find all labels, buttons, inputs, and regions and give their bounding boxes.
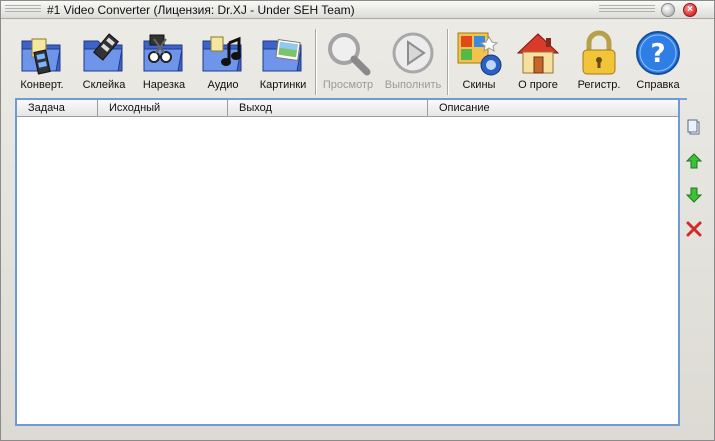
close-button[interactable]: × <box>683 3 697 17</box>
column-header-description[interactable]: Описание <box>428 100 678 116</box>
help-label: Справка <box>636 79 680 91</box>
images-button[interactable]: Картинки <box>255 25 311 97</box>
minimize-button[interactable] <box>661 3 675 17</box>
folder-film-icon <box>21 38 61 75</box>
column-header-output[interactable]: Выход <box>228 100 428 116</box>
lock-icon <box>582 30 616 75</box>
help-icon: ? <box>636 31 680 75</box>
folder-music-icon <box>202 36 242 72</box>
title-grip-right <box>599 5 655 14</box>
window-title: #1 Video Converter (Лицензия: Dr.XJ - Un… <box>47 3 355 17</box>
convert-label: Конверт. <box>20 79 64 91</box>
preview-label: Просмотр <box>322 79 374 91</box>
audio-button[interactable]: Аудио <box>197 25 249 97</box>
run-button[interactable]: Выполнить <box>381 25 445 97</box>
move-down-icon[interactable] <box>685 186 703 204</box>
move-up-icon[interactable] <box>685 152 703 170</box>
title-grip-left <box>5 5 41 14</box>
skins-button[interactable]: Скины <box>451 25 507 97</box>
skins-label: Скины <box>462 79 496 91</box>
column-header-task[interactable]: Задача <box>17 100 98 116</box>
run-label: Выполнить <box>384 79 442 91</box>
home-icon <box>516 33 560 74</box>
task-list-header: Задача Исходный Выход Описание <box>17 100 678 117</box>
cut-button[interactable]: Нарезка <box>135 25 193 97</box>
folder-pictures-icon <box>262 38 302 72</box>
folder-cut-icon <box>143 34 183 72</box>
copy-icon[interactable] <box>685 118 703 136</box>
folder-join-icon <box>83 33 123 72</box>
preview-button[interactable]: Просмотр <box>319 25 377 97</box>
register-button[interactable]: Регистр. <box>571 25 627 97</box>
column-header-source[interactable]: Исходный <box>98 100 228 116</box>
images-label: Картинки <box>259 79 307 91</box>
help-button[interactable]: ? Справка <box>629 25 687 97</box>
about-label: О проге <box>518 79 558 91</box>
task-list[interactable]: Задача Исходный Выход Описание <box>15 98 680 426</box>
title-bar[interactable]: #1 Video Converter (Лицензия: Dr.XJ - Un… <box>1 1 714 19</box>
toolbar-separator <box>315 29 317 95</box>
play-icon <box>392 32 434 74</box>
magnifier-icon <box>328 33 371 76</box>
cut-label: Нарезка <box>142 79 186 91</box>
toolbar-separator <box>447 29 449 95</box>
delete-icon[interactable] <box>685 220 703 238</box>
about-button[interactable]: О проге <box>511 25 565 97</box>
app-window: #1 Video Converter (Лицензия: Dr.XJ - Un… <box>0 0 715 441</box>
convert-button[interactable]: Конверт. <box>13 25 71 97</box>
join-label: Склейка <box>82 79 126 91</box>
join-button[interactable]: Склейка <box>75 25 133 97</box>
skins-palette-icon <box>457 32 502 76</box>
register-label: Регистр. <box>577 79 621 91</box>
main-toolbar: Конверт. Склейка Нарезка Аудио Картинки … <box>9 25 708 100</box>
audio-label: Аудио <box>207 79 239 91</box>
svg-text:?: ? <box>650 39 665 69</box>
